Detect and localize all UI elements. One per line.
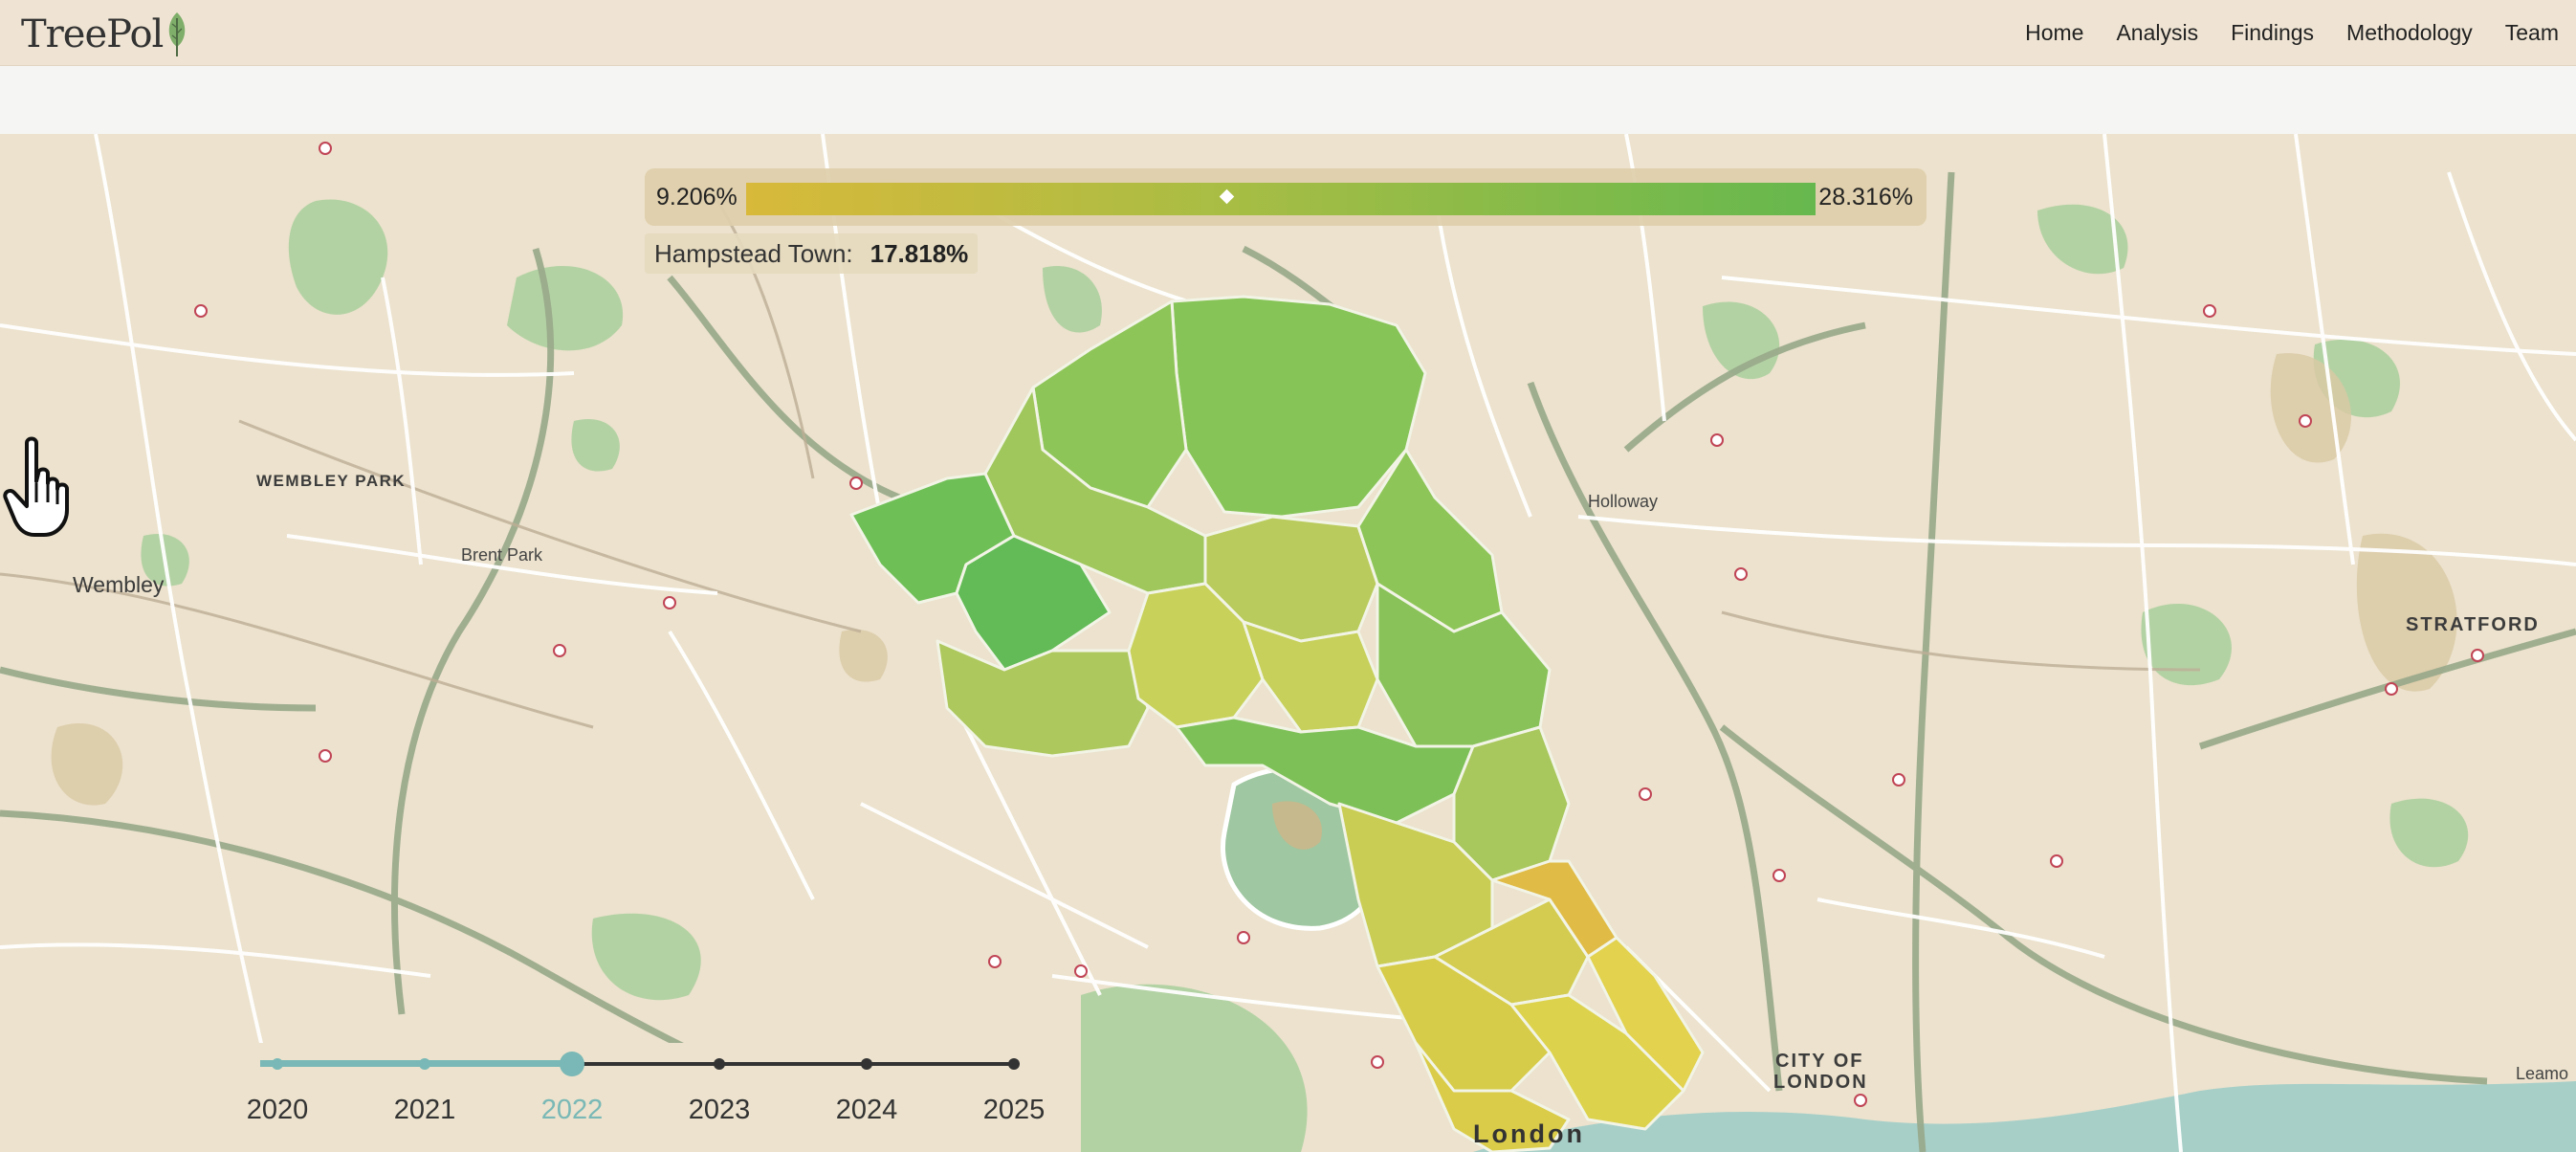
- year-timeline-slider[interactable]: 2020 2021 2022 2023 2024 2025: [235, 1043, 1077, 1152]
- legend-value-marker: [1219, 188, 1235, 205]
- map-label-holloway: Holloway: [1588, 492, 1659, 511]
- ward-tooltip: Hampstead Town: 17.818%: [645, 233, 979, 274]
- timeline-dot-2022[interactable]: [560, 1052, 584, 1076]
- basemap: [0, 134, 2576, 1152]
- timeline-year-2024[interactable]: 2024: [836, 1095, 898, 1126]
- hand-cursor-icon: [3, 436, 69, 537]
- timeline-year-2020[interactable]: 2020: [247, 1095, 309, 1126]
- tooltip-area-label: Hampstead Town:: [654, 238, 853, 268]
- map-label-wembley-park: WEMBLEY PARK: [256, 472, 407, 490]
- legend-min-label: 9.206%: [656, 184, 738, 210]
- timeline-dot-2021[interactable]: [419, 1058, 430, 1070]
- nav-analysis[interactable]: Analysis: [2116, 20, 2198, 46]
- map-label-city-of-london-2: LONDON: [1773, 1072, 1868, 1093]
- timeline-year-2022[interactable]: 2022: [541, 1095, 604, 1126]
- timeline-year-2025[interactable]: 2025: [983, 1095, 1046, 1126]
- logo-text: TreePol: [21, 12, 164, 56]
- timeline-dot-2024[interactable]: [861, 1058, 872, 1070]
- map-label-london: London: [1473, 1119, 1585, 1148]
- map-label-leamouth: Leamo: [2516, 1064, 2569, 1083]
- leaf-icon: [169, 12, 186, 56]
- map-label-wembley: Wembley: [73, 572, 165, 597]
- legend-max-label: 28.316%: [1818, 184, 1913, 210]
- timeline-progress: [260, 1060, 572, 1067]
- app-logo[interactable]: TreePol: [21, 10, 189, 59]
- legend-gradient-bar: [746, 183, 1816, 215]
- nav-home[interactable]: Home: [2025, 20, 2083, 46]
- nav-methodology[interactable]: Methodology: [2346, 20, 2473, 46]
- map-canvas[interactable]: WEMBLEY PARK Wembley Brent Park Holloway…: [0, 134, 2576, 1152]
- timeline-dot-2025[interactable]: [1008, 1058, 1020, 1070]
- subheader-strip: [0, 66, 2576, 134]
- top-navbar: TreePol Home Analysis Findings Methodolo…: [0, 0, 2576, 66]
- nav-findings[interactable]: Findings: [2231, 20, 2314, 46]
- map-label-stratford: STRATFORD: [2406, 614, 2540, 635]
- timeline-dot-2023[interactable]: [714, 1058, 725, 1070]
- timeline-year-2023[interactable]: 2023: [689, 1095, 751, 1126]
- timeline-year-2021[interactable]: 2021: [394, 1095, 456, 1126]
- color-scale-legend: 9.206% 28.316%: [645, 168, 1926, 226]
- map-label-city-of-london-1: CITY OF: [1775, 1051, 1864, 1072]
- main-nav: Home Analysis Findings Methodology Team: [1993, 0, 2559, 65]
- nav-team[interactable]: Team: [2505, 20, 2559, 46]
- timeline-dot-2020[interactable]: [272, 1058, 283, 1070]
- tooltip-value: 17.818%: [870, 238, 969, 268]
- map-label-brent-park: Brent Park: [461, 545, 543, 565]
